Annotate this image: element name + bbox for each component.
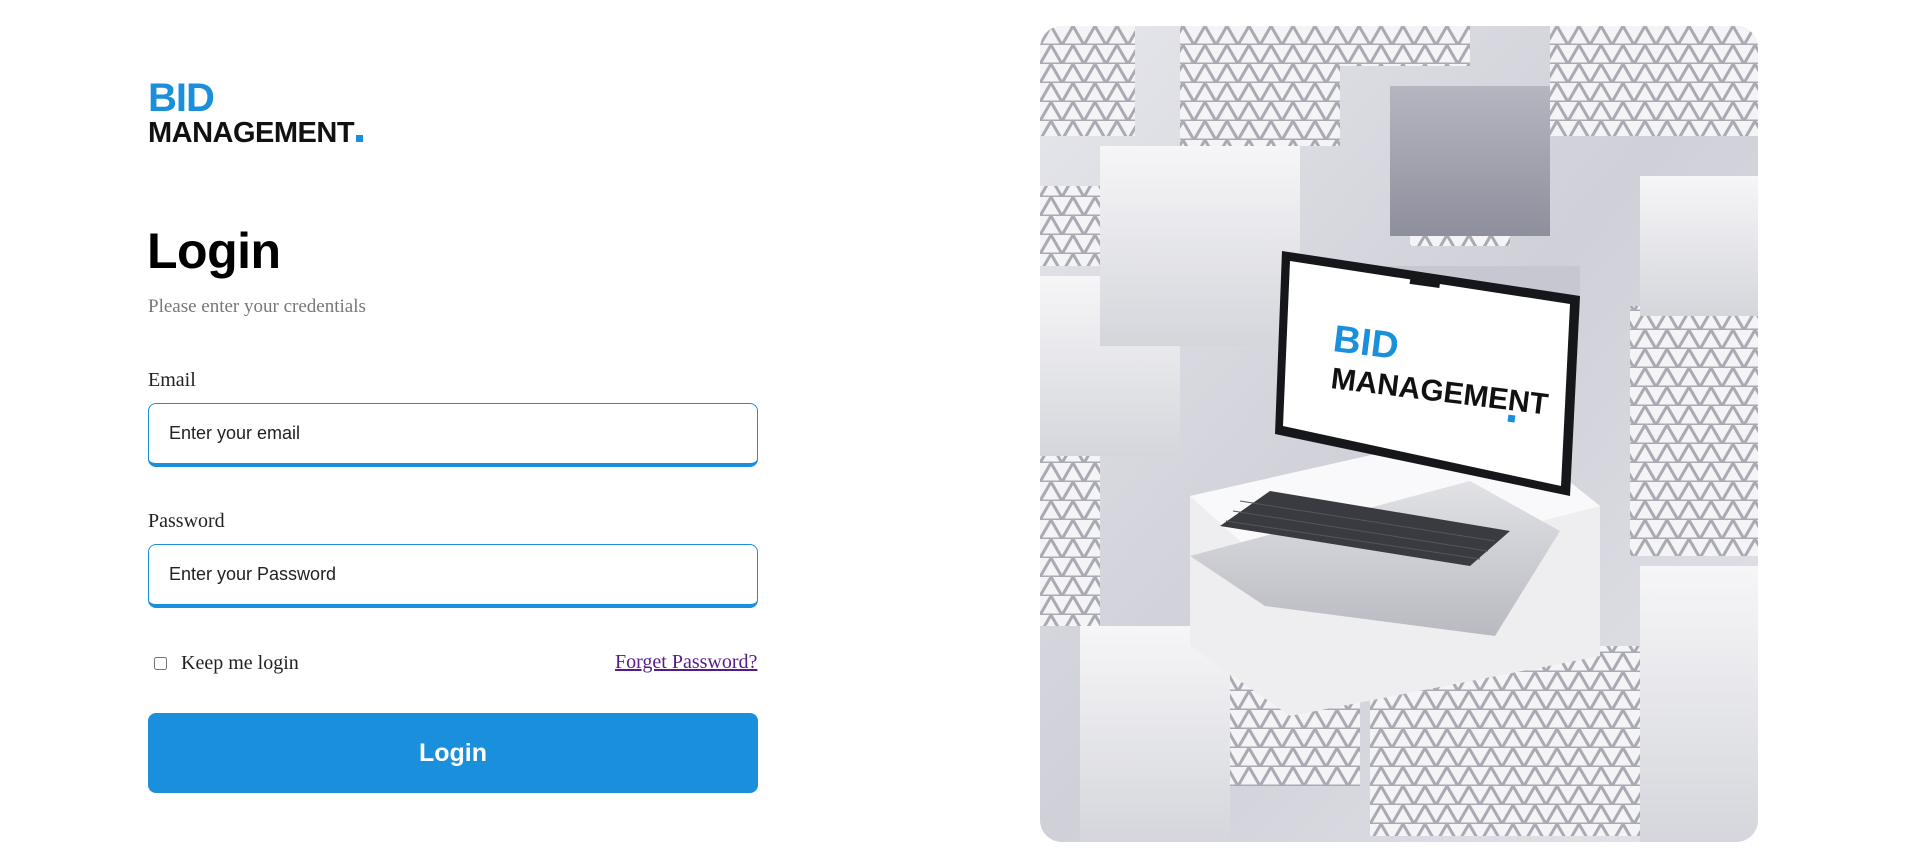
brand-logo: BID MANAGEMENT: [148, 76, 364, 149]
logo-dot-icon: [356, 135, 364, 142]
page-title: Login: [147, 223, 281, 279]
keep-login-checkbox[interactable]: [154, 657, 167, 670]
login-page: BID MANAGEMENT Login Please enter your c…: [0, 0, 1920, 866]
logo-line-management: MANAGEMENT: [148, 117, 364, 149]
login-button[interactable]: Login: [148, 713, 758, 793]
laptop-illustration-icon: BID MANAGEMENT: [1040, 26, 1758, 842]
password-field[interactable]: [148, 544, 758, 608]
email-label: Email: [148, 369, 196, 391]
hero-image: BID MANAGEMENT: [1040, 26, 1758, 842]
keep-login-label: Keep me login: [181, 652, 299, 674]
logo-management-text: MANAGEMENT: [148, 117, 355, 149]
page-subtitle: Please enter your credentials: [148, 296, 366, 317]
password-label: Password: [148, 510, 225, 532]
email-field[interactable]: [148, 403, 758, 467]
logo-line-bid: BID: [148, 76, 215, 120]
keep-login-row[interactable]: Keep me login: [152, 652, 299, 675]
hero-screen-line1: BID: [1331, 318, 1401, 368]
forgot-password-link[interactable]: Forget Password?: [615, 651, 757, 674]
